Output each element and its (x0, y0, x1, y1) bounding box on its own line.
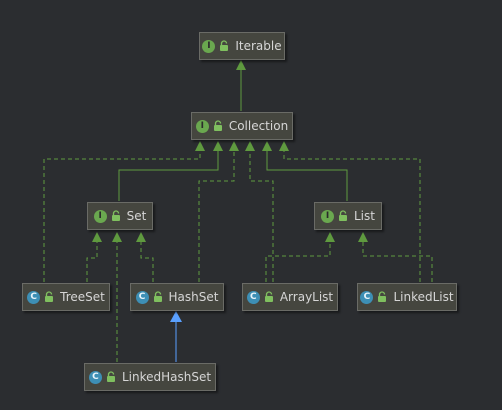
class-icon: C (360, 290, 374, 304)
lock-icon (44, 291, 54, 303)
node-treeset[interactable]: C TreeSet (22, 283, 110, 311)
edge-hashset-collection (198, 141, 239, 282)
node-set[interactable]: I Set (87, 202, 153, 230)
edge-linkedhashset-set (112, 232, 122, 362)
interface-icon: I (93, 209, 107, 223)
node-label: TreeSet (60, 290, 105, 304)
edge-arraylist-list (265, 232, 335, 282)
node-hashset[interactable]: C HashSet (130, 283, 224, 311)
lock-icon (264, 291, 274, 303)
class-icon: C (246, 290, 260, 304)
edge-linkedlist-list (358, 232, 433, 282)
edge-arraylist-collection (245, 141, 274, 282)
edge-list-collection (262, 141, 348, 201)
node-label: List (354, 209, 375, 223)
interface-icon: I (202, 39, 216, 53)
node-label: LinkedList (393, 290, 454, 304)
edge-collection-iterable (236, 60, 246, 111)
lock-icon (111, 210, 121, 222)
node-list[interactable]: I List (314, 202, 382, 230)
node-label: Collection (228, 119, 289, 133)
relationship-edges (43, 60, 433, 362)
node-iterable[interactable]: I Iterable (199, 32, 285, 60)
class-icon: C (27, 290, 41, 304)
node-linkedhashset[interactable]: C LinkedHashSet (84, 363, 216, 391)
node-collection[interactable]: I Collection (191, 112, 293, 140)
interface-icon: I (321, 209, 334, 223)
lock-icon (377, 291, 387, 303)
node-label: Set (126, 209, 147, 223)
node-label: LinkedHashSet (121, 370, 212, 384)
lock-icon (338, 210, 348, 222)
lock-icon (106, 371, 116, 383)
node-label: ArrayList (279, 290, 334, 304)
lock-icon (153, 291, 163, 303)
node-label: HashSet (168, 290, 219, 304)
edge-hashset-set (136, 232, 154, 282)
node-label: Iterable (235, 39, 282, 53)
interface-icon: I (195, 119, 209, 133)
node-arraylist[interactable]: C ArrayList (242, 283, 338, 311)
class-icon: C (88, 370, 102, 384)
lock-icon (219, 40, 229, 52)
edge-linkedhashset-hashset (170, 311, 182, 362)
edge-treeset-set (86, 232, 102, 282)
lock-icon (213, 120, 223, 132)
class-icon: C (135, 290, 149, 304)
node-linkedlist[interactable]: C LinkedList (357, 283, 457, 311)
edge-set-collection (118, 141, 223, 201)
uml-diagram: I Iterable I Collection I Set I List C T… (0, 0, 502, 410)
